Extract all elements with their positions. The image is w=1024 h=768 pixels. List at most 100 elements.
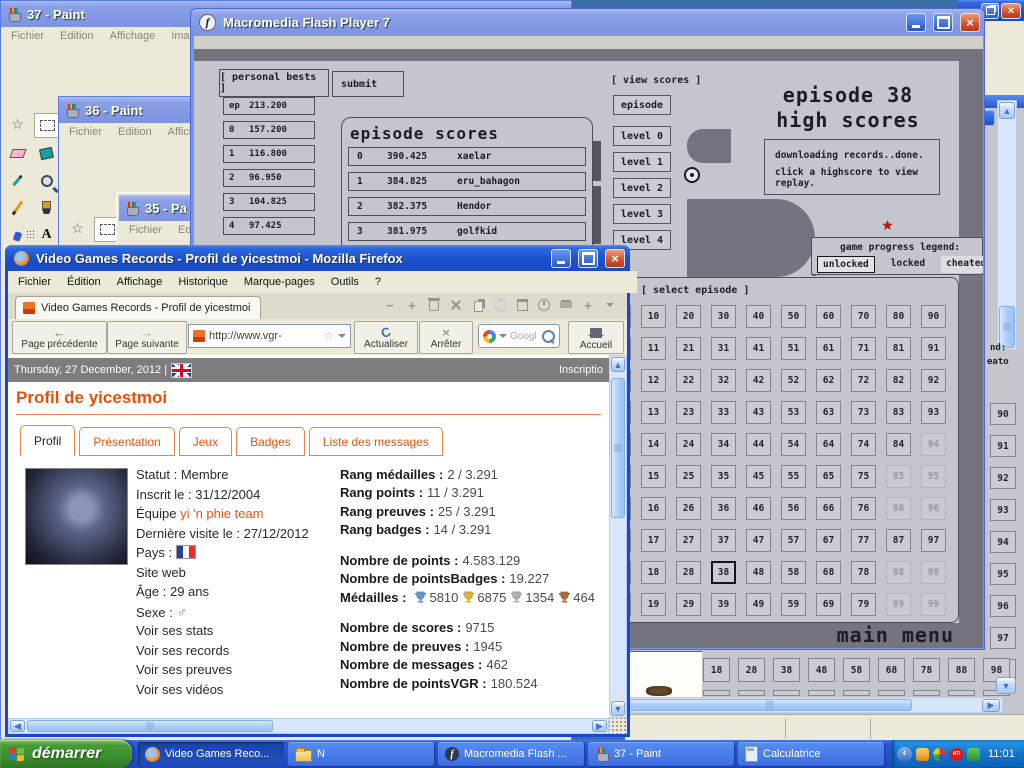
episode-cell-55[interactable]: 55 [781,465,806,488]
episode-cell-57[interactable]: 57 [781,529,806,552]
episode-cell-39[interactable]: 39 [711,593,736,616]
episode-cell-71[interactable]: 71 [851,337,876,360]
episode-cell-59[interactable]: 59 [781,593,806,616]
menu-item-fichier[interactable]: Fichier [11,30,44,42]
episode-cell-97[interactable]: 97 [921,529,946,552]
url-dropdown-icon[interactable] [338,334,346,342]
episode-cell-48[interactable]: 48 [746,561,771,584]
episode-cell-14[interactable]: 14 [641,433,666,456]
episode-cell-30[interactable]: 30 [711,305,736,328]
episode-cell-29[interactable]: 29 [676,593,701,616]
url-input[interactable]: http://www.vgr- [209,330,319,342]
episode-cell-23[interactable]: 23 [676,401,701,424]
episode-cell-66[interactable]: 66 [816,497,841,520]
episode-cell-69[interactable]: 69 [816,593,841,616]
close-button[interactable]: × [960,13,980,32]
airbrush-tool[interactable] [5,223,30,246]
episode-cell-76[interactable]: 76 [851,497,876,520]
episode-cell-51[interactable]: 51 [781,337,806,360]
episode-cell-40[interactable]: 40 [746,305,771,328]
episode-cell-61[interactable]: 61 [816,337,841,360]
freeform-select-tool[interactable] [65,217,90,240]
episode-cell-15[interactable]: 15 [641,465,666,488]
menu-item-edition[interactable]: Edition [60,30,94,42]
episode-cell-73[interactable]: 73 [851,401,876,424]
tab-liste-des-messages[interactable]: Liste des messages [309,427,443,456]
episode-cell-22[interactable]: 22 [676,369,701,392]
taskbar-button-flash[interactable]: Macromedia Flash ... [438,742,584,766]
link-voir-ses-stats[interactable]: Voir ses stats [136,623,309,643]
network-status-icon[interactable] [967,748,980,761]
search-input[interactable]: Googl [510,331,539,342]
browser-tab[interactable]: Video Games Records - Profil de yicestmo… [15,296,261,319]
background-scroll-down-button[interactable]: ▼ [996,677,1016,694]
episode-cell-82[interactable]: 82 [886,369,911,392]
episode-cell-10[interactable]: 10 [641,305,666,328]
minimize-button[interactable] [551,249,571,268]
view-button-episode[interactable]: episode [613,95,671,115]
search-engine-dropdown-icon[interactable] [499,334,507,342]
link-site-web[interactable]: Site web [136,565,309,585]
tab-présentation[interactable]: Présentation [79,427,174,456]
main-menu-button[interactable]: main menu [804,623,954,647]
episode-cell-62[interactable]: 62 [816,369,841,392]
episode-cell-63[interactable]: 63 [816,401,841,424]
episode-cell-77[interactable]: 77 [851,529,876,552]
start-button[interactable]: démarrer [0,740,132,768]
episode-cell-99[interactable]: 99 [921,593,946,616]
episode-cell-78[interactable]: 78 [851,561,876,584]
episode-cell-83[interactable]: 83 [886,401,911,424]
episode-cell-72[interactable]: 72 [851,369,876,392]
search-magnifier-icon[interactable] [542,330,555,343]
eraser-tool[interactable] [5,142,30,165]
menu-item-dition[interactable]: Édition [67,276,101,288]
bg-episode-cell-28[interactable]: 28 [738,658,765,682]
episode-cell-49[interactable]: 49 [746,593,771,616]
pencil-tool[interactable] [5,196,30,219]
episode-cell-95[interactable]: 95 [921,465,946,488]
new-window-icon[interactable] [513,297,531,313]
scroll-down-button[interactable]: ▼ [611,701,625,716]
bg-episode-cell-38[interactable]: 38 [773,658,800,682]
history-icon[interactable] [535,297,553,313]
scroll-up-button[interactable]: ▲ [611,357,625,372]
titlebar-firefox[interactable]: Video Games Records - Profil de yicestmo… [5,245,630,271]
taskbar-button-paint[interactable]: 37 - Paint [588,742,734,766]
url-field[interactable]: http://www.vgr- ☆ [188,324,351,348]
view-button-level-1[interactable]: level 1 [613,152,671,172]
episode-cell-67[interactable]: 67 [816,529,841,552]
home-button[interactable]: Accueil [568,321,624,354]
episode-cell-44[interactable]: 44 [746,433,771,456]
add-icon[interactable] [579,297,597,313]
ati-graphics-icon[interactable] [950,748,963,761]
view-button-level-3[interactable]: level 3 [613,204,671,224]
trash-icon[interactable] [425,297,443,313]
episode-cell-25[interactable]: 25 [676,465,701,488]
episode-cell-70[interactable]: 70 [851,305,876,328]
fill-tool[interactable] [34,142,59,165]
scrollbar-thumb[interactable] [27,720,273,732]
chevron-left-icon[interactable] [897,747,912,762]
link-voir-ses-preuves[interactable]: Voir ses preuves [136,662,309,682]
tab-profil[interactable]: Profil [20,425,75,456]
episode-cell-36[interactable]: 36 [711,497,736,520]
episode-cell-81[interactable]: 81 [886,337,911,360]
eyedropper-tool[interactable] [5,169,30,192]
episode-cell-38[interactable]: 38 [711,561,736,584]
resize-grip[interactable] [609,718,627,734]
back-button[interactable]: ← Page précédente [12,321,107,354]
episode-cell-31[interactable]: 31 [711,337,736,360]
episode-cell-37[interactable]: 37 [711,529,736,552]
bg-episode-cell-58[interactable]: 58 [843,658,870,682]
episode-cell-21[interactable]: 21 [676,337,701,360]
bg-episode-cell-88[interactable]: 88 [948,658,975,682]
episode-cell-19[interactable]: 19 [641,593,666,616]
episode-cell-98[interactable]: 98 [921,561,946,584]
episode-cell-28[interactable]: 28 [676,561,701,584]
episode-cell-50[interactable]: 50 [781,305,806,328]
episode-cell-92[interactable]: 92 [921,369,946,392]
flash-menu-strip[interactable] [194,36,983,50]
caret-down-icon[interactable] [601,297,619,313]
episode-cell-96[interactable]: 96 [921,497,946,520]
episode-cell-84[interactable]: 84 [886,433,911,456]
